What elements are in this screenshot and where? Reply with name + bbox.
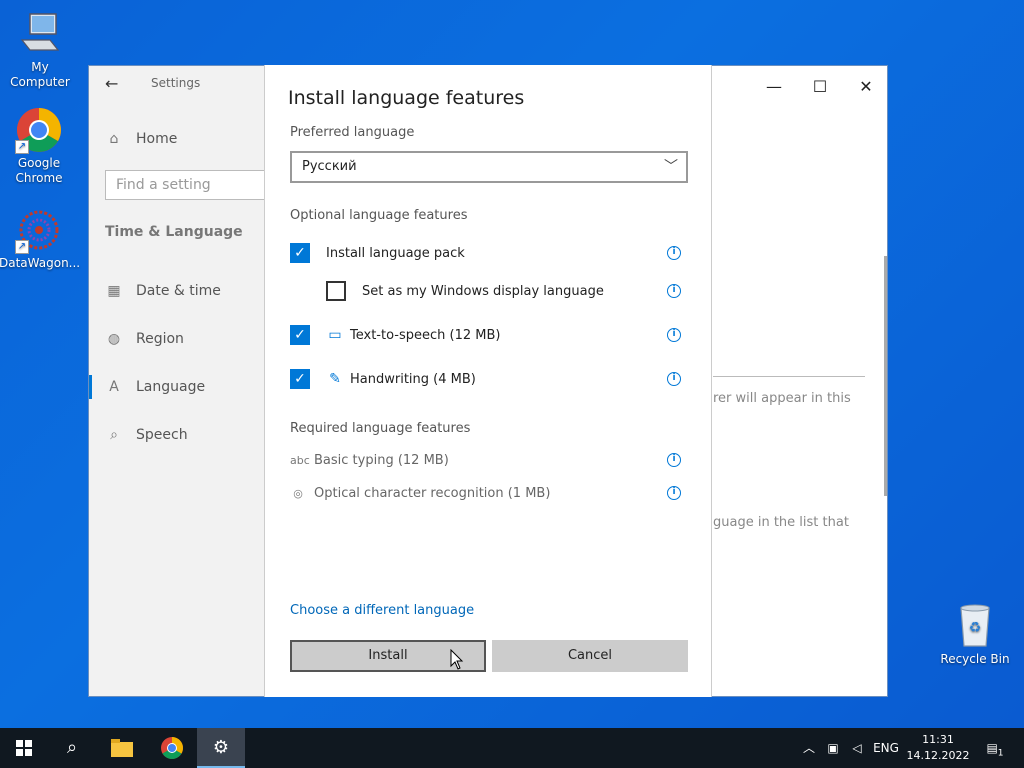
info-icon[interactable]: i: [667, 246, 681, 260]
option-label: Set as my Windows display language: [362, 283, 604, 299]
background-text: guage in the list that: [713, 515, 849, 530]
close-button[interactable]: ✕: [843, 72, 889, 102]
option-label: Handwriting (4 MB): [350, 371, 476, 387]
minimize-button[interactable]: —: [751, 72, 797, 102]
chevron-up-icon[interactable]: ︿: [798, 728, 820, 768]
language-icon: A: [109, 379, 119, 395]
recycle-bin-icon: ♻: [951, 602, 999, 650]
input-language[interactable]: ENG: [870, 728, 902, 768]
cancel-button[interactable]: Cancel: [492, 640, 688, 672]
option-label: Text-to-speech (12 MB): [350, 327, 501, 343]
find-setting-input[interactable]: Find a setting: [105, 170, 275, 200]
windows-icon: [16, 740, 32, 756]
chrome-taskbar-icon[interactable]: [148, 728, 196, 768]
network-icon[interactable]: ▣: [822, 728, 844, 768]
settings-taskbar-icon[interactable]: ⚙: [197, 728, 245, 768]
desktop-icon-my-computer[interactable]: My Computer: [0, 10, 80, 90]
speech-monitor-icon: ▭: [328, 327, 342, 343]
calendar-icon: ▦: [107, 283, 121, 299]
notification-icon[interactable]: ▤1: [980, 728, 1010, 768]
required-ocr: ◎ Optical character recognition (1 MB): [290, 483, 550, 503]
maximize-button[interactable]: ☐: [797, 72, 843, 102]
search-icon[interactable]: ⌕: [48, 728, 96, 768]
active-indicator: [89, 375, 92, 399]
checkbox-checked[interactable]: ✓: [290, 325, 310, 345]
scrollbar[interactable]: [884, 256, 887, 496]
sidebar-item-label: Language: [136, 379, 206, 395]
volume-icon[interactable]: ◁: [846, 728, 868, 768]
required-label: Basic typing (12 MB): [314, 452, 449, 468]
handwriting-icon: ✎: [329, 371, 341, 387]
mouse-cursor-icon: [450, 649, 464, 670]
optional-features-label: Optional language features: [290, 208, 468, 223]
checkbox-checked[interactable]: ✓: [290, 369, 310, 389]
info-icon[interactable]: i: [667, 328, 681, 342]
globe-icon: ◍: [107, 331, 121, 347]
sidebar-item-label: Speech: [136, 427, 188, 443]
option-display-language[interactable]: Set as my Windows display language: [326, 279, 604, 303]
file-explorer-icon[interactable]: [98, 728, 146, 768]
selected-language: Русский: [302, 159, 357, 174]
chevron-down-icon: ﹀: [664, 159, 678, 175]
microphone-icon: ⌕: [110, 427, 118, 443]
required-basic-typing: abc Basic typing (12 MB): [290, 450, 449, 470]
window-title: Settings: [151, 76, 201, 90]
shortcut-arrow-icon: ↗: [15, 240, 29, 254]
datawagon-icon: ↗: [15, 206, 63, 254]
desktop-icon-google-chrome[interactable]: ↗ Google Chrome: [0, 106, 79, 186]
info-icon[interactable]: i: [667, 284, 681, 298]
desktop-icon-recycle-bin[interactable]: ♻ Recycle Bin: [935, 602, 1015, 667]
home-icon: ⌂: [109, 131, 119, 147]
notification-count: 1: [997, 748, 1004, 759]
required-features-label: Required language features: [290, 421, 471, 436]
sidebar-item-region[interactable]: ◍ Region: [105, 327, 184, 351]
checkbox-unchecked[interactable]: [326, 281, 346, 301]
option-install-language-pack[interactable]: ✓ Install language pack: [290, 241, 465, 265]
sidebar-item-label: Region: [136, 331, 184, 347]
required-label: Optical character recognition (1 MB): [314, 485, 551, 501]
info-icon[interactable]: i: [667, 453, 681, 467]
background-text: rer will appear in this: [713, 391, 851, 406]
sidebar-item-speech[interactable]: ⌕ Speech: [105, 423, 188, 447]
back-arrow-icon[interactable]: ←: [105, 74, 118, 93]
desktop-icon-label: DataWagon...: [0, 256, 81, 270]
info-icon[interactable]: i: [667, 372, 681, 386]
clock-date: 14.12.2022: [906, 749, 970, 762]
info-icon[interactable]: i: [667, 486, 681, 500]
ocr-icon: ◎: [293, 486, 303, 500]
svg-text:♻: ♻: [969, 620, 982, 636]
start-button[interactable]: [0, 728, 48, 768]
sidebar-item-label: Date & time: [136, 283, 221, 299]
shortcut-arrow-icon: ↗: [15, 140, 29, 154]
chrome-icon: ↗: [15, 106, 63, 154]
typing-icon: abc: [290, 453, 310, 467]
settings-sidebar: ← Settings ⌂ Home Find a setting Time & …: [89, 66, 275, 696]
sidebar-item-date-time[interactable]: ▦ Date & time: [105, 279, 221, 303]
option-handwriting[interactable]: ✓ ✎ Handwriting (4 MB): [290, 367, 476, 391]
preferred-language-select[interactable]: Русский ﹀: [290, 151, 688, 183]
desktop-icon-datawagon[interactable]: ↗ DataWagon...: [0, 206, 81, 271]
desktop-icon-label: Google Chrome: [15, 156, 63, 185]
preferred-language-label: Preferred language: [290, 125, 415, 140]
clock-time: 11:31: [922, 733, 954, 746]
background-dropdown: [713, 353, 865, 377]
dialog-title: Install language features: [288, 87, 525, 109]
section-label: Time & Language: [105, 224, 243, 240]
taskbar: ⌕ ⚙ ︿ ▣ ◁ ENG 11:31 14.12.2022 ▤1: [0, 728, 1024, 768]
clock[interactable]: 11:31 14.12.2022: [902, 732, 974, 764]
sidebar-item-home[interactable]: ⌂ Home: [105, 127, 178, 151]
option-label: Install language pack: [326, 245, 465, 261]
option-text-to-speech[interactable]: ✓ ▭ Text-to-speech (12 MB): [290, 323, 500, 347]
checkbox-checked[interactable]: ✓: [290, 243, 310, 263]
computer-icon: [16, 10, 64, 58]
desktop-icon-label: Recycle Bin: [940, 652, 1010, 666]
choose-different-language-link[interactable]: Choose a different language: [290, 603, 474, 618]
sidebar-item-label: Home: [136, 131, 178, 147]
desktop-icon-label: My Computer: [10, 60, 70, 89]
install-language-dialog: Install language features Preferred lang…: [264, 65, 712, 697]
sidebar-item-language[interactable]: A Language: [105, 375, 205, 399]
